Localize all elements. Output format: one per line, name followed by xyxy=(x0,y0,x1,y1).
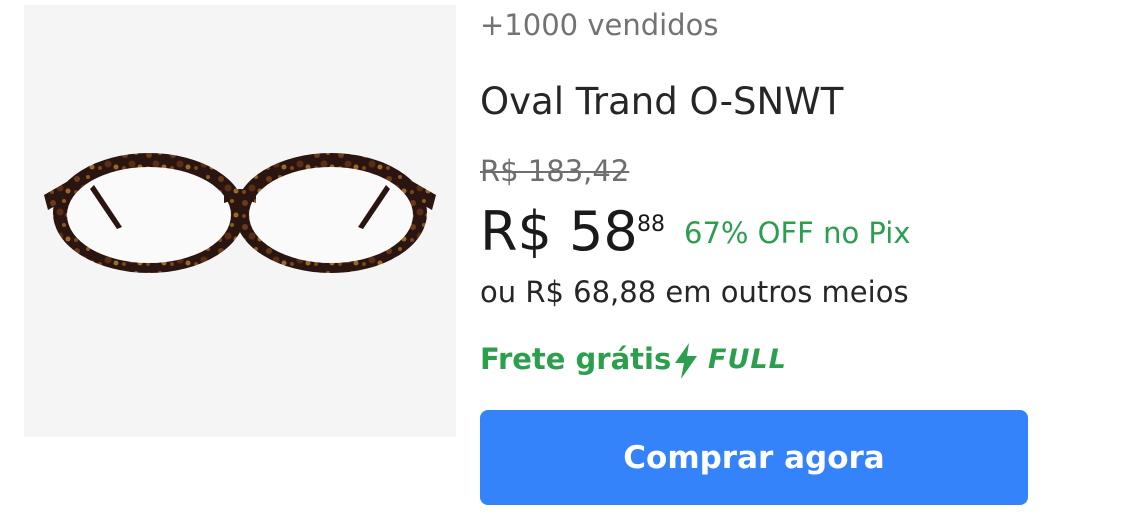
product-card[interactable]: +1000 vendidos Oval Trand O-SNWT R$ 183,… xyxy=(0,0,1125,524)
installments-text: ou R$ 68,88 em outros meios xyxy=(480,275,909,309)
product-image[interactable] xyxy=(24,5,456,437)
free-shipping-label: Frete grátis xyxy=(480,342,672,376)
current-price: R$ 58 xyxy=(480,200,638,263)
product-info: +1000 vendidos Oval Trand O-SNWT R$ 183,… xyxy=(480,0,1080,524)
full-badge: FULL xyxy=(708,344,787,375)
glasses-image xyxy=(44,153,436,273)
discount-label: 67% OFF no Pix xyxy=(684,216,911,250)
sold-count: +1000 vendidos xyxy=(480,8,719,42)
buy-now-button[interactable]: Comprar agora xyxy=(480,410,1028,505)
price-cents: 88 xyxy=(637,212,665,237)
bolt-icon xyxy=(675,343,697,379)
original-price: R$ 183,42 xyxy=(480,154,630,188)
product-title[interactable]: Oval Trand O-SNWT xyxy=(480,80,843,123)
